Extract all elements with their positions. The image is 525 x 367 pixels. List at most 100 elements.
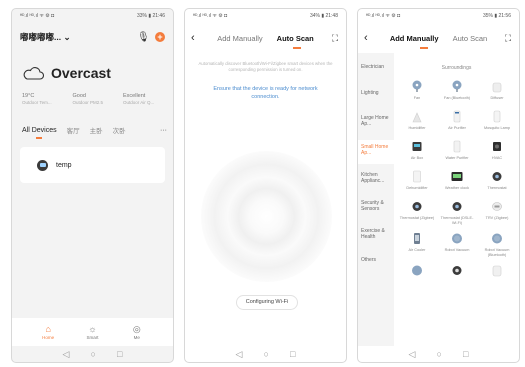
cloud-icon [23,67,44,80]
weather-stats: 19°C Outdoor Tem... Good Outdoor PM2.5 E… [22,93,167,105]
category-security-sensors[interactable]: Security & Sensors [361,200,393,212]
back-triangle-icon[interactable]: ◁ [409,349,416,360]
category-electrician[interactable]: Electrician [361,64,393,70]
tab-master-bedroom[interactable]: 主卧 [90,125,103,135]
device-type-air-cooler[interactable]: Air Cooler [398,231,436,253]
device-type-label: Air Box [410,156,424,160]
add-mode-tabs: Add Manually Auto Scan [217,34,314,43]
stat-value: 19°C [22,93,35,99]
device-type-humidifier[interactable]: Humidifier [398,109,436,131]
home-circle-icon[interactable]: ○ [437,349,442,359]
more-icon[interactable]: ··· [160,127,167,134]
device-type-label: Thermostat (Zigbee) [399,216,435,220]
device-type-trv-zigbee[interactable]: TRV (Zigbee) [478,199,516,221]
back-triangle-icon[interactable]: ◁ [63,349,70,360]
category-lighting[interactable]: Lighting [361,90,393,96]
device-type-fan[interactable]: Fan [398,79,436,101]
device-type-label: Air Cooler [408,248,426,252]
configuring-wifi-button[interactable]: Configuring Wi-Fi [236,295,298,310]
thermostat-icon [411,199,424,214]
scan-icon[interactable]: ⛶ [330,33,340,43]
category-small-home-appliances[interactable]: Small Home Ap... [361,144,393,156]
microphone-icon[interactable]: 🎙︎ [137,32,150,43]
tab-auto-scan[interactable]: Auto Scan [453,34,488,43]
status-battery-time: 33% ▮ 21:46 [136,13,165,19]
category-others[interactable]: Others [361,257,393,263]
device-type-label: Robot Vacuum (Bluetooth) [484,248,510,257]
home-screen: ᴴᴰ.ıl ᴴᴰ.ıl ᯤ ⚙ ◘ 33% ▮ 21:46 嘟嘟嘟嘟... ⌄ … [11,8,174,363]
device-type-air-purifier[interactable]: Air Purifier [438,109,476,131]
robot-vacuum-icon [451,231,464,246]
device-type-label: TRV (Zigbee) [485,216,509,220]
device-type-diffuser[interactable]: Diffuser [478,79,516,101]
back-chevron-icon[interactable]: ‹ [191,32,201,44]
device-type-air-box[interactable]: Air Box [398,139,436,161]
diffuser-icon [491,263,504,278]
device-type-hvac[interactable]: HVAC [478,139,516,161]
category-sidebar: Electrician Lighting Large Home Ap... Sm… [358,53,394,346]
tab-add-manually[interactable]: Add Manually [217,34,262,43]
tab-all-devices[interactable]: All Devices [22,127,57,134]
device-type-label: Mosquito Lamp [484,126,510,130]
device-type-weather-clock[interactable]: Weather clock [438,169,476,191]
device-type-partial-3[interactable] [478,263,516,278]
fan-icon [451,79,464,94]
home-selector[interactable]: 嘟嘟嘟嘟... ⌄ [20,31,71,43]
tab-add-manually[interactable]: Add Manually [390,34,439,43]
tab-living-room[interactable]: 客厅 [67,125,80,135]
status-signal: ᴴᴰ.ıl ᴴᴰ.ıl ᯤ ⚙ ◘ [20,13,55,19]
home-circle-icon[interactable]: ○ [264,349,269,359]
device-type-fan-bluetooth[interactable]: Fan (Bluetooth) [438,79,476,101]
stat-value: Good [72,93,86,99]
tab-auto-scan[interactable]: Auto Scan [277,34,314,43]
device-type-thermostat-zigbee[interactable]: Thermostat (Zigbee) [398,199,436,221]
diffuser-icon [491,79,504,94]
thermostat-icon [451,199,464,214]
network-ready-link[interactable]: Ensure that the device is ready for netw… [199,85,332,101]
device-type-dehumidifier[interactable]: Dehumidifier [398,169,436,191]
scan-icon[interactable]: ⛶ [503,33,513,43]
device-type-mosquito-lamp[interactable]: Mosquito Lamp [478,109,516,131]
category-exercise-health[interactable]: Exercise & Health [361,228,393,240]
device-type-thermostat-dsle[interactable]: Thermostat (DSLE-Wi-Fi) [438,199,476,225]
system-nav-bar: ◁ ○ □ [358,346,519,362]
status-bar: ᴴᴰ.ıl ᴴᴰ.ıl ᯤ ⚙ ◘ 33% ▮ 21:46 [12,9,173,23]
nav-smart[interactable]: ☼ Smart [77,324,107,340]
category-kitchen-appliances[interactable]: Kitchen Applianc... [361,172,393,184]
hvac-icon [491,139,504,154]
auto-scan-screen: ᴴᴰ.ıl ᴴᴰ.ıl ᯤ ⚙ ◘ 34% ▮ 21:48 ‹ Add Manu… [184,8,347,363]
device-type-robot-vacuum[interactable]: Robot Vacuum [438,231,476,253]
stat-label: Outdoor PM2.5 [72,100,104,105]
nav-home[interactable]: ⌂ Home [33,324,63,340]
nav-me[interactable]: ◎ Me [122,324,152,340]
system-nav-bar: ◁ ○ □ [185,346,346,362]
device-type-partial-1[interactable] [398,263,436,278]
active-tab-indicator [36,137,42,139]
tab-second-bedroom[interactable]: 次卧 [113,125,126,135]
device-type-label: Fan (Bluetooth) [443,96,471,100]
air-purifier-icon [451,109,464,124]
thermostat-icon [451,263,464,278]
permission-note: Automatically discover Bluetooth/Wi-Fi/Z… [198,61,333,72]
device-type-water-purifier[interactable]: Water Purifier [438,139,476,161]
device-type-label: Fan [413,96,421,100]
device-type-label: HVAC [491,156,503,160]
dehumidifier-icon [411,169,424,184]
nav-label: Me [133,335,140,340]
back-triangle-icon[interactable]: ◁ [236,349,243,360]
device-card[interactable]: temp [20,147,165,183]
recents-square-icon[interactable]: □ [290,349,295,359]
device-type-robot-vacuum-bluetooth[interactable]: Robot Vacuum (Bluetooth) [478,231,516,257]
device-type-partial-2[interactable] [438,263,476,278]
category-large-home-appliances[interactable]: Large Home Ap... [361,115,393,127]
recents-square-icon[interactable]: □ [463,349,468,359]
home-circle-icon[interactable]: ○ [91,349,96,359]
add-device-header: ‹ Add Manually Auto Scan ⛶ [364,31,513,45]
recents-square-icon[interactable]: □ [117,349,122,359]
add-device-button[interactable]: + [155,32,165,42]
robot-vacuum-icon [411,263,424,278]
device-type-label: Humidifier [408,126,426,130]
status-signal: ᴴᴰ.ıl ᴴᴰ.ıl ᯤ ⚙ ◘ [366,13,401,19]
back-chevron-icon[interactable]: ‹ [364,32,374,44]
device-type-thermostat[interactable]: Thermostat [478,169,516,191]
